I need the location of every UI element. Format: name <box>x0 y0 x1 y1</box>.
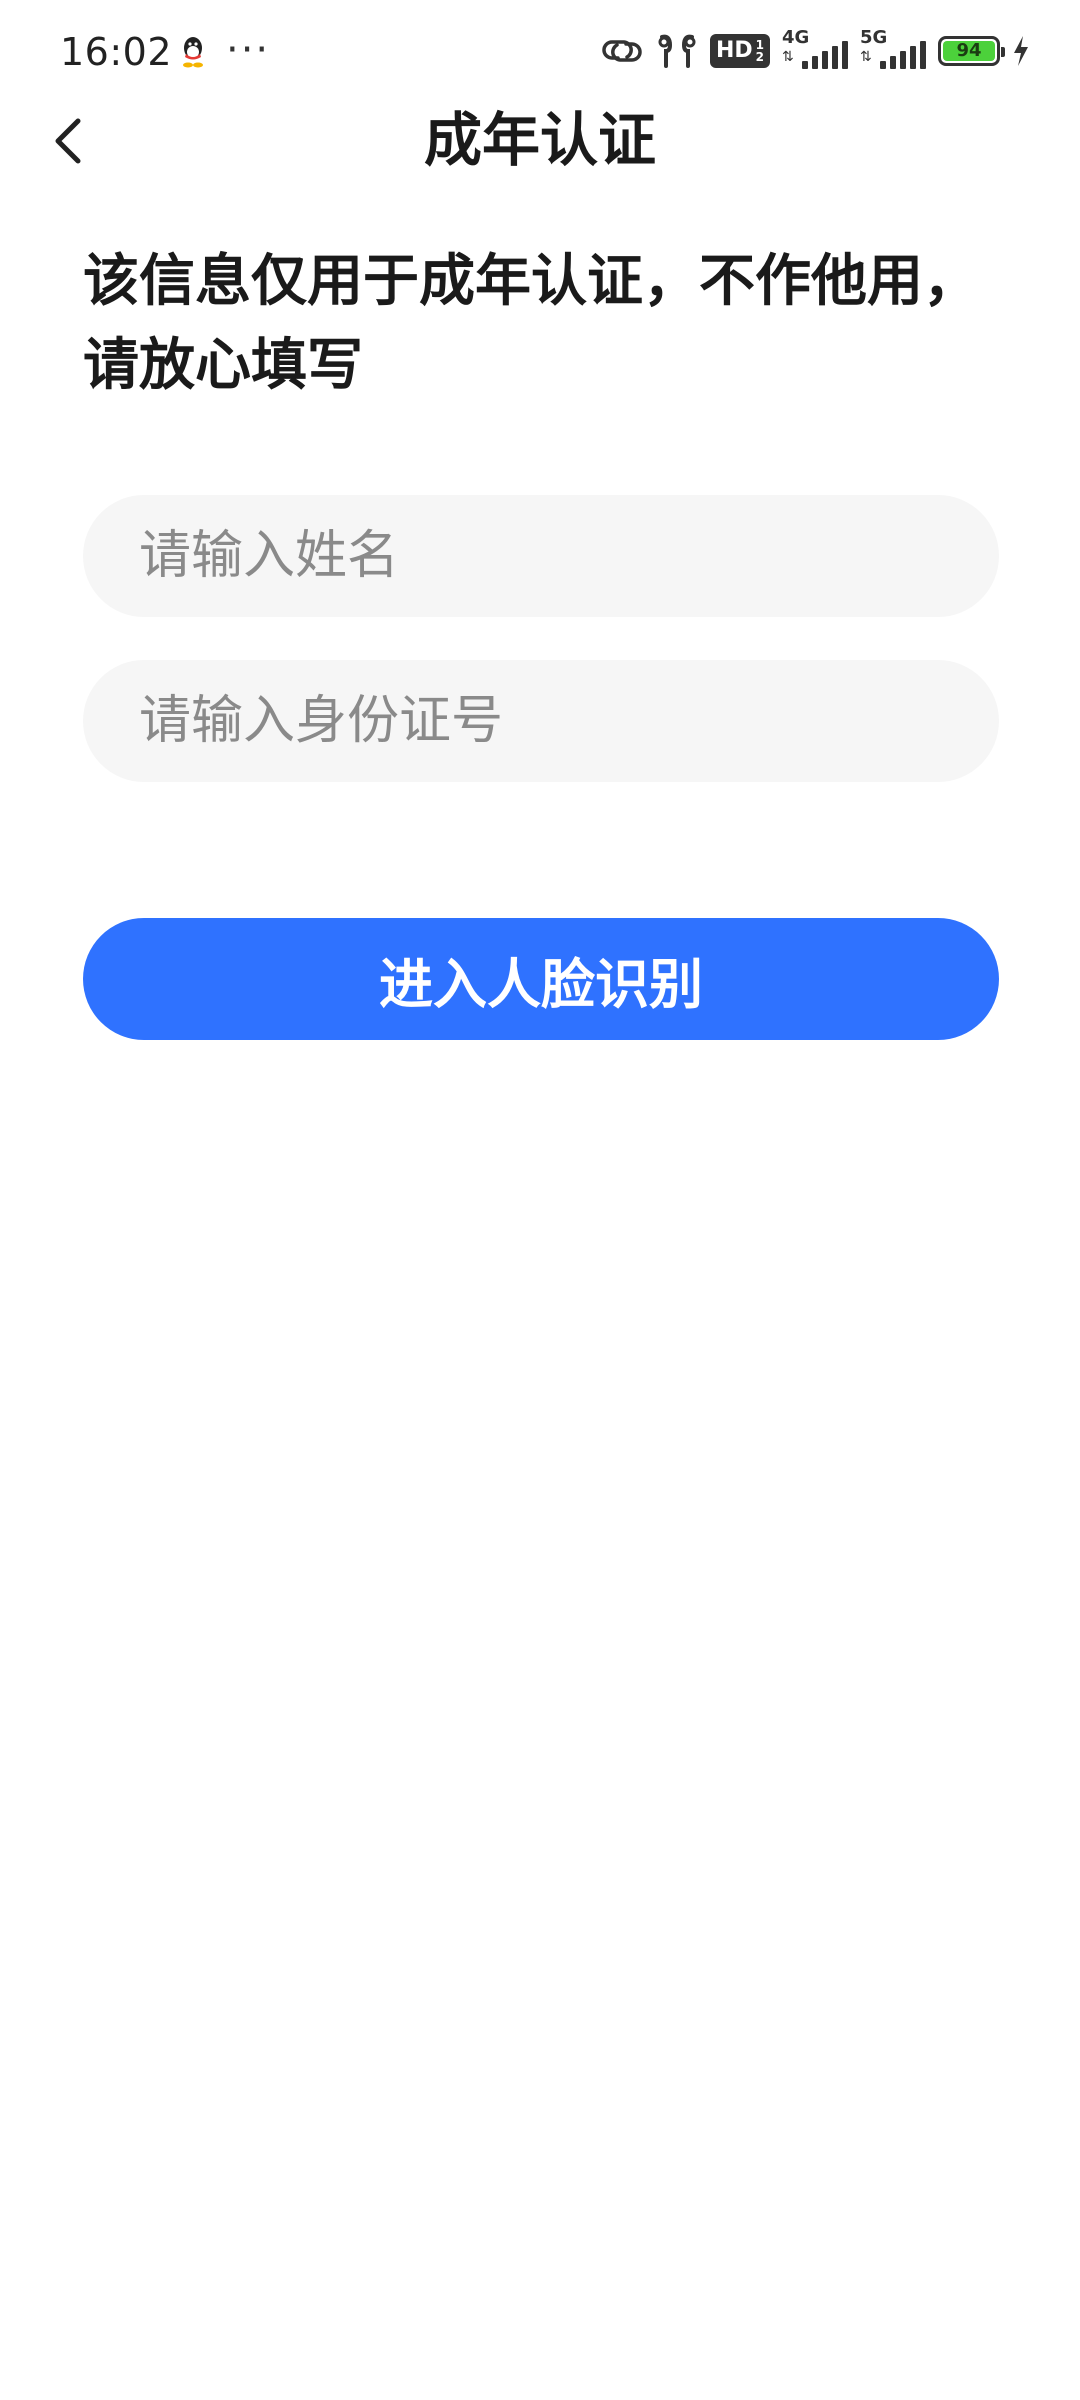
more-notifications-icon: ··· <box>226 27 271 73</box>
battery-icon: 94 <box>938 36 1005 66</box>
signal-4g-icon: 4G ⇅ <box>782 27 848 73</box>
status-icons: HD 1 2 4G ⇅ 5G ⇅ 94 <box>600 27 1030 74</box>
data-arrows-icon: ⇅ <box>860 49 872 65</box>
link-icon <box>602 40 642 62</box>
hd-fraction-bottom: 2 <box>755 50 764 64</box>
qq-icon <box>183 37 203 68</box>
data-arrows-icon: ⇅ <box>782 49 794 65</box>
earbuds-icon <box>658 34 696 68</box>
face-recognition-button[interactable]: 进入人脸识别 <box>83 918 999 1040</box>
signal-5g-icon: 5G ⇅ <box>860 27 926 73</box>
privacy-notice: 该信息仅用于成年认证，不作他用，请放心填写 <box>83 249 979 398</box>
status-time: 16:02 <box>60 30 173 74</box>
signal-bars <box>880 41 926 69</box>
battery-cap <box>1001 47 1005 57</box>
charging-icon <box>1014 36 1028 66</box>
id-number-input[interactable] <box>83 660 999 782</box>
header: 成年认证 <box>0 95 1080 185</box>
status-bar: 16:02 ··· HD 1 2 4G ⇅ 5G ⇅ 94 <box>0 0 1080 100</box>
page-title: 成年认证 <box>423 106 656 174</box>
battery-level: 94 <box>943 41 995 61</box>
hd-badge: HD 1 2 <box>709 34 770 68</box>
hd-label: HD <box>715 38 753 63</box>
hd-fraction: 1 2 <box>756 39 764 63</box>
adult-verification-page: 16:02 ··· HD 1 2 4G ⇅ 5G ⇅ 94 成年认证 该信息仅用… <box>0 0 1080 2400</box>
signal-bars <box>802 41 848 69</box>
name-input[interactable] <box>83 495 999 617</box>
